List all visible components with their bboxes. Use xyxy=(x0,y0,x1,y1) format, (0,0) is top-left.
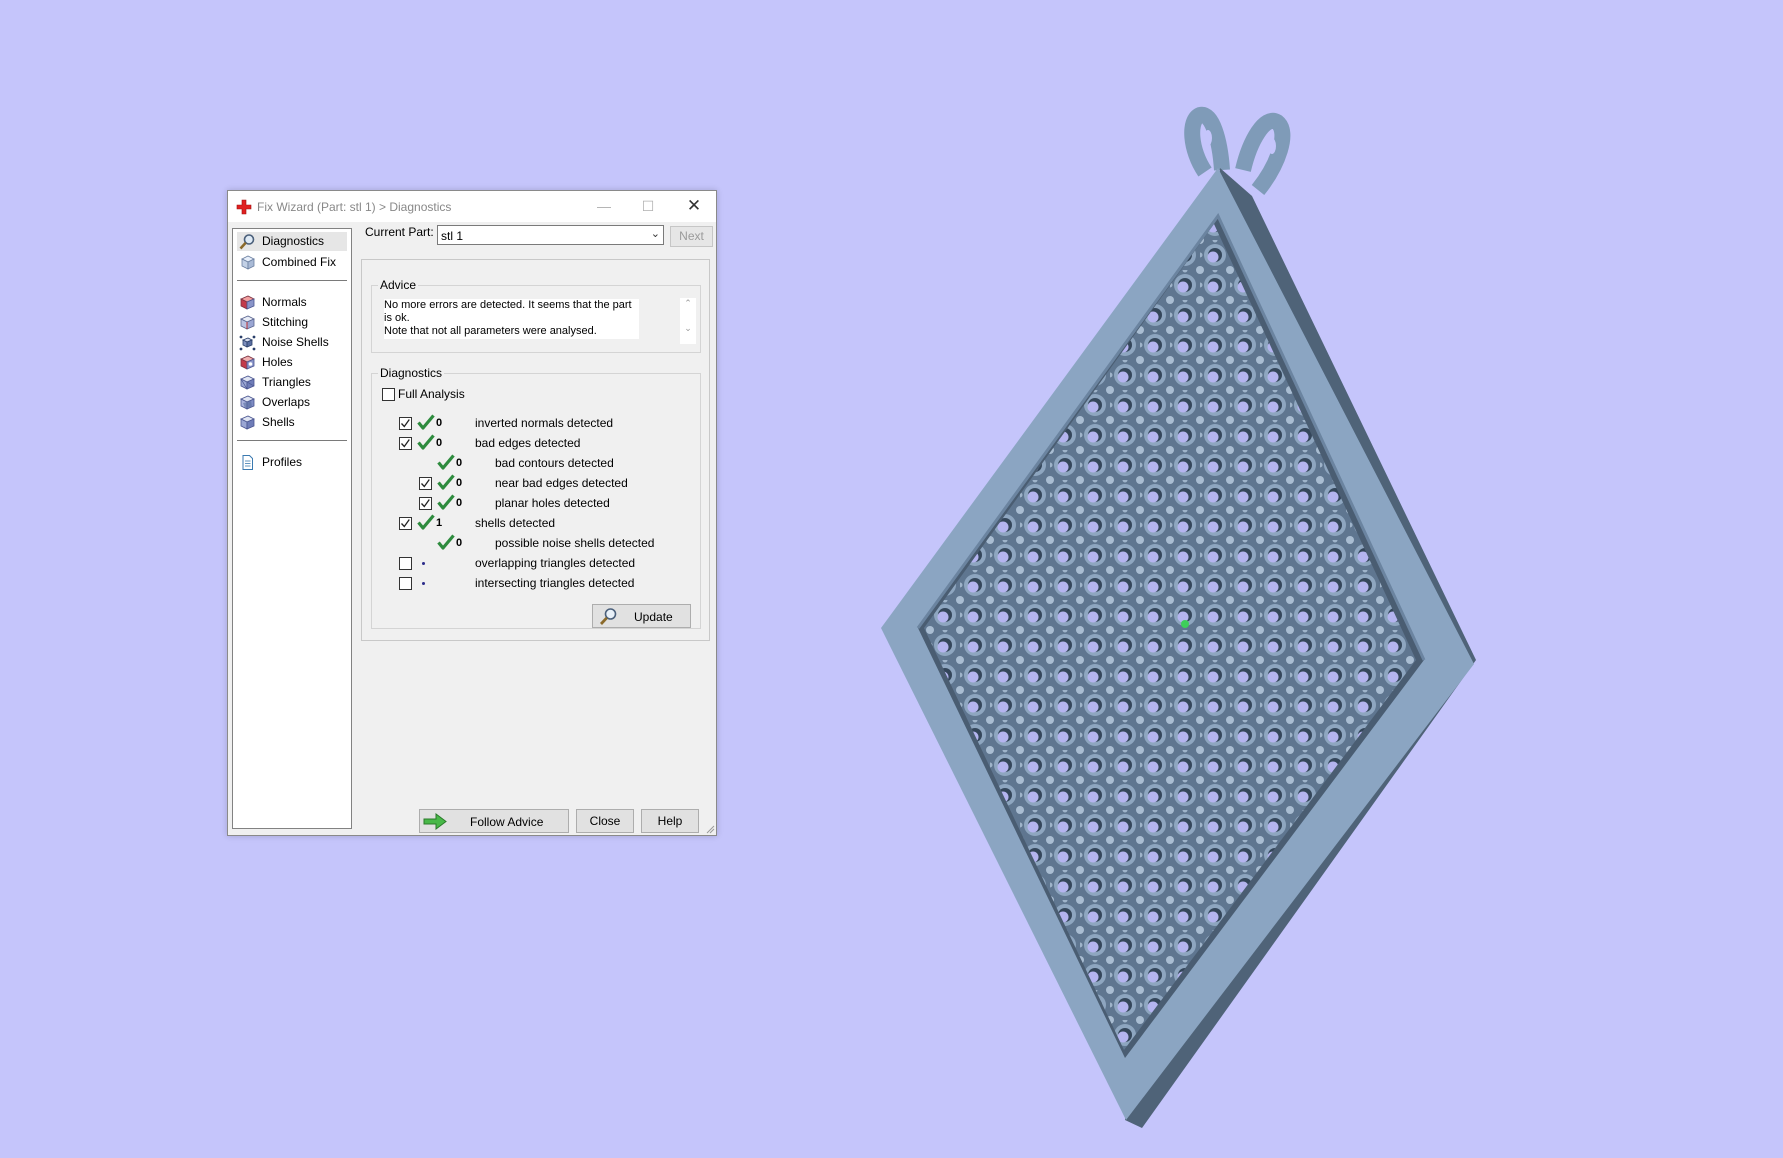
diagnostic-checkbox[interactable] xyxy=(399,577,412,590)
update-button[interactable]: Update xyxy=(592,604,691,628)
diagnostic-count: 0 xyxy=(456,477,463,489)
diagnostics-title: Diagnostics xyxy=(378,366,445,380)
pendant-mesh xyxy=(924,224,1416,1050)
nav-item-profiles[interactable]: Profiles xyxy=(237,453,347,472)
advice-text: No more errors are detected. It seems th… xyxy=(384,299,639,339)
diagnostics-panel: Advice No more errors are detected. It s… xyxy=(361,259,710,641)
arrow-right-icon xyxy=(423,813,447,830)
diagnostic-label: overlapping triangles detected xyxy=(475,556,636,570)
current-part-label: Current Part: xyxy=(365,225,434,239)
nav-item-noise-shells[interactable]: Noise Shells xyxy=(237,333,347,352)
shells-cube-icon xyxy=(240,415,255,430)
nav-item-diagnostics[interactable]: Diagnostics xyxy=(237,232,347,251)
document-icon xyxy=(242,455,253,470)
help-button[interactable]: Help xyxy=(641,809,699,833)
nav-item-holes[interactable]: Holes xyxy=(237,353,347,372)
nav-divider xyxy=(237,440,347,441)
ok-check-icon xyxy=(417,514,435,530)
nav-item-stitching[interactable]: Stitching xyxy=(237,313,347,332)
normals-cube-icon xyxy=(240,295,255,310)
pick-point-marker xyxy=(1181,620,1189,628)
diagnostics-group: Diagnostics Full Analysis 0 inverted norm… xyxy=(371,366,701,629)
ok-check-icon xyxy=(437,474,455,490)
resize-grip-icon[interactable] xyxy=(705,824,715,834)
diagnostic-label: shells detected xyxy=(475,516,556,530)
wizard-nav: Diagnostics Combined Fix Normals Stitchi… xyxy=(232,228,352,829)
fix-wizard-dialog: Fix Wizard (Part: stl 1) > Diagnostics —… xyxy=(227,190,717,836)
scroll-up-icon[interactable]: ⌃ xyxy=(680,298,696,309)
overlaps-cube-icon xyxy=(240,395,255,410)
nav-divider xyxy=(237,280,347,281)
diagnostic-count: 0 xyxy=(456,457,463,469)
full-analysis-checkbox[interactable] xyxy=(382,388,395,401)
checkmark-icon xyxy=(401,519,410,528)
nav-item-triangles[interactable]: Triangles xyxy=(237,373,347,392)
pending-status-dot xyxy=(422,562,425,565)
checkmark-icon xyxy=(401,439,410,448)
diagnostic-label: inverted normals detected xyxy=(475,416,614,430)
ok-check-icon xyxy=(417,414,435,430)
ok-check-icon xyxy=(437,534,455,550)
ok-check-icon xyxy=(437,494,455,510)
diagnostic-label: intersecting triangles detected xyxy=(475,576,635,590)
triangles-cube-icon xyxy=(240,375,255,390)
diagnostic-count: 0 xyxy=(436,437,443,449)
nav-item-normals[interactable]: Normals xyxy=(237,293,347,312)
pendant-bail xyxy=(1184,106,1291,195)
diagnostic-count: 0 xyxy=(456,497,463,509)
noise-shells-icon xyxy=(239,335,256,351)
holes-cube-icon xyxy=(240,355,255,370)
diagnostic-checkbox[interactable] xyxy=(419,477,432,490)
diagnostic-checkbox[interactable] xyxy=(399,557,412,570)
diagnostic-checkbox[interactable] xyxy=(419,497,432,510)
ok-check-icon xyxy=(417,434,435,450)
advice-title: Advice xyxy=(378,278,419,292)
advice-line-2: Note that not all parameters were analys… xyxy=(384,325,597,337)
follow-advice-button[interactable]: Follow Advice xyxy=(419,809,569,833)
nav-item-overlaps[interactable]: Overlaps xyxy=(237,393,347,412)
pendant-model[interactable] xyxy=(881,106,1476,1128)
diagnostic-label: bad contours detected xyxy=(495,456,614,470)
diagnostic-count: 0 xyxy=(436,417,443,429)
minimize-button[interactable]: — xyxy=(582,191,626,222)
full-analysis-label[interactable]: Full Analysis xyxy=(398,387,465,401)
maximize-button[interactable]: ☐ xyxy=(626,191,670,222)
diagnostic-checkbox[interactable] xyxy=(399,417,412,430)
nav-item-combined-fix[interactable]: Combined Fix xyxy=(237,253,347,272)
diagnostic-checkbox[interactable] xyxy=(399,517,412,530)
pending-status-dot xyxy=(422,582,425,585)
advice-scrollbar[interactable]: ⌃ ⌄ xyxy=(680,298,696,344)
diagnostic-label: possible noise shells detected xyxy=(495,536,655,550)
window-title: Fix Wizard (Part: stl 1) > Diagnostics xyxy=(257,200,452,214)
scroll-down-icon[interactable]: ⌄ xyxy=(680,323,696,334)
close-window-button[interactable]: ✕ xyxy=(672,191,716,222)
chevron-down-icon: ⌄ xyxy=(650,228,660,240)
current-part-select[interactable]: stl 1 ⌄ xyxy=(437,225,664,245)
cube-icon xyxy=(241,255,255,270)
red-cross-icon xyxy=(236,199,252,215)
diagnostic-count: 1 xyxy=(436,517,443,529)
diagnostic-checkbox[interactable] xyxy=(399,437,412,450)
ok-check-icon xyxy=(437,454,455,470)
title-bar[interactable]: Fix Wizard (Part: stl 1) > Diagnostics —… xyxy=(228,191,716,222)
stitching-cube-icon xyxy=(240,315,255,330)
magnifier-icon xyxy=(599,608,617,625)
magnifier-icon xyxy=(239,234,255,250)
checkmark-icon xyxy=(401,419,410,428)
diagnostic-label: near bad edges detected xyxy=(495,476,628,490)
nav-item-shells[interactable]: Shells xyxy=(237,413,347,432)
checkmark-icon xyxy=(421,479,430,488)
advice-group: Advice No more errors are detected. It s… xyxy=(371,278,701,353)
diagnostic-label: bad edges detected xyxy=(475,436,581,450)
next-button[interactable]: Next xyxy=(670,226,713,247)
diagnostic-label: planar holes detected xyxy=(495,496,610,510)
checkmark-icon xyxy=(421,499,430,508)
close-button[interactable]: Close xyxy=(576,809,634,833)
diagnostic-count: 0 xyxy=(456,537,463,549)
advice-line-1: No more errors are detected. It seems th… xyxy=(384,299,632,324)
